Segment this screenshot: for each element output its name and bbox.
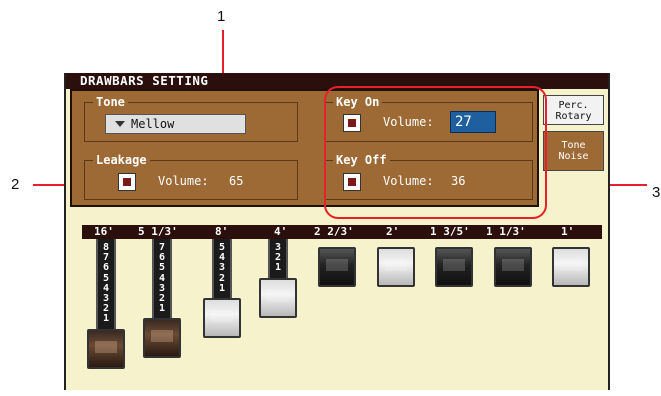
drawbar-knob[interactable] — [377, 247, 415, 287]
tab-tone-noise-line1: Tone — [561, 140, 586, 151]
drawbar-knob[interactable] — [87, 328, 125, 369]
drawbar-level-number: 4 — [158, 272, 166, 284]
tab-perc-rotary-line1: Perc. — [558, 100, 589, 111]
callout-2: 2 — [11, 176, 20, 193]
drawbar-level-number: 1 — [274, 262, 282, 274]
drawbar-3[interactable]: 54321 — [202, 239, 242, 338]
drawbar-level-number: 1 — [218, 282, 226, 294]
drawbar-level-number: 6 — [102, 262, 110, 274]
drawbar-level-number: 3 — [218, 262, 226, 274]
footage-label: 2' — [386, 225, 400, 238]
leakage-label: Leakage — [93, 152, 150, 168]
drawbar-level-number: 2 — [218, 272, 226, 284]
footage-label: 1 1/3' — [486, 225, 526, 238]
drawbar-level-number: 8 — [102, 242, 110, 253]
highlight-outline — [324, 86, 547, 219]
footage-label: 5 1/3' — [138, 225, 178, 238]
drawbar-9[interactable] — [551, 239, 591, 287]
tab-tone-noise[interactable]: Tone Noise — [543, 131, 604, 171]
drawbar-level-number: 5 — [218, 242, 226, 253]
tone-dropdown-value: Mellow — [131, 117, 175, 131]
drawbar-4[interactable]: 321 — [258, 239, 298, 318]
drawbars-screen: DRAWBARS SETTING Tone Mellow Leakage Vol… — [64, 73, 610, 390]
drawbar-level-number: 1 — [158, 303, 166, 315]
drawbar-knob[interactable] — [143, 318, 181, 359]
drawbar-level-number: 2 — [274, 252, 282, 264]
tab-tone-noise-line2: Noise — [558, 151, 589, 162]
footage-label: 16' — [94, 225, 114, 238]
leakage-checkbox[interactable] — [118, 173, 136, 191]
tone-dropdown[interactable]: Mellow — [105, 114, 246, 134]
drawbar-knob[interactable] — [318, 247, 356, 287]
drawbar-level-number: 7 — [158, 242, 166, 253]
drawbar-5[interactable] — [317, 239, 357, 287]
drawbar-knob[interactable] — [494, 247, 532, 287]
drawbar-level-number: 6 — [158, 252, 166, 264]
drawbar-level-number: 5 — [158, 262, 166, 274]
drawbar-level-number: 3 — [102, 293, 110, 304]
tone-group: Tone Mellow — [84, 94, 298, 142]
leakage-volume-value: 65 — [229, 174, 244, 188]
footage-label: 4' — [274, 225, 288, 238]
drawbar-2[interactable]: 7654321 — [142, 239, 182, 359]
drawbar-level-number: 2 — [102, 303, 110, 315]
leakage-group: Leakage Volume: 65 — [84, 152, 298, 200]
callout-3: 3 — [652, 184, 661, 201]
drawbar-level-number: 2 — [158, 293, 166, 304]
footage-label: 8' — [215, 225, 229, 238]
drawbar-level-number: 7 — [102, 252, 110, 264]
footage-label: 1 3/5' — [430, 225, 470, 238]
drawbar-knob[interactable] — [259, 277, 297, 318]
drawbar-6[interactable] — [376, 239, 416, 287]
tab-perc-rotary[interactable]: Perc. Rotary — [543, 95, 604, 125]
footage-label: 2 2/3' — [314, 225, 354, 238]
tab-perc-rotary-line2: Rotary — [555, 111, 592, 122]
drawbar-7[interactable] — [434, 239, 474, 287]
drawbar-1[interactable]: 87654321 — [86, 239, 126, 369]
footage-label: 1' — [561, 225, 575, 238]
drawbar-level-number: 5 — [102, 272, 110, 284]
drawbar-level-number: 1 — [102, 313, 110, 325]
drawbar-8[interactable] — [493, 239, 533, 287]
drawbar-knob[interactable] — [552, 247, 590, 287]
drawbar-level-number: 3 — [158, 282, 166, 294]
drawbar-level-number: 4 — [218, 252, 226, 264]
drawbar-knob[interactable] — [203, 298, 241, 338]
leakage-volume-label: Volume: — [158, 174, 209, 188]
drawbar-level-number: 4 — [102, 282, 110, 294]
drawbar-knob[interactable] — [435, 247, 473, 287]
tone-label: Tone — [93, 94, 128, 110]
drawbar-level-number: 3 — [274, 242, 282, 253]
callout-1: 1 — [217, 8, 226, 25]
triangle-down-icon — [115, 121, 125, 127]
